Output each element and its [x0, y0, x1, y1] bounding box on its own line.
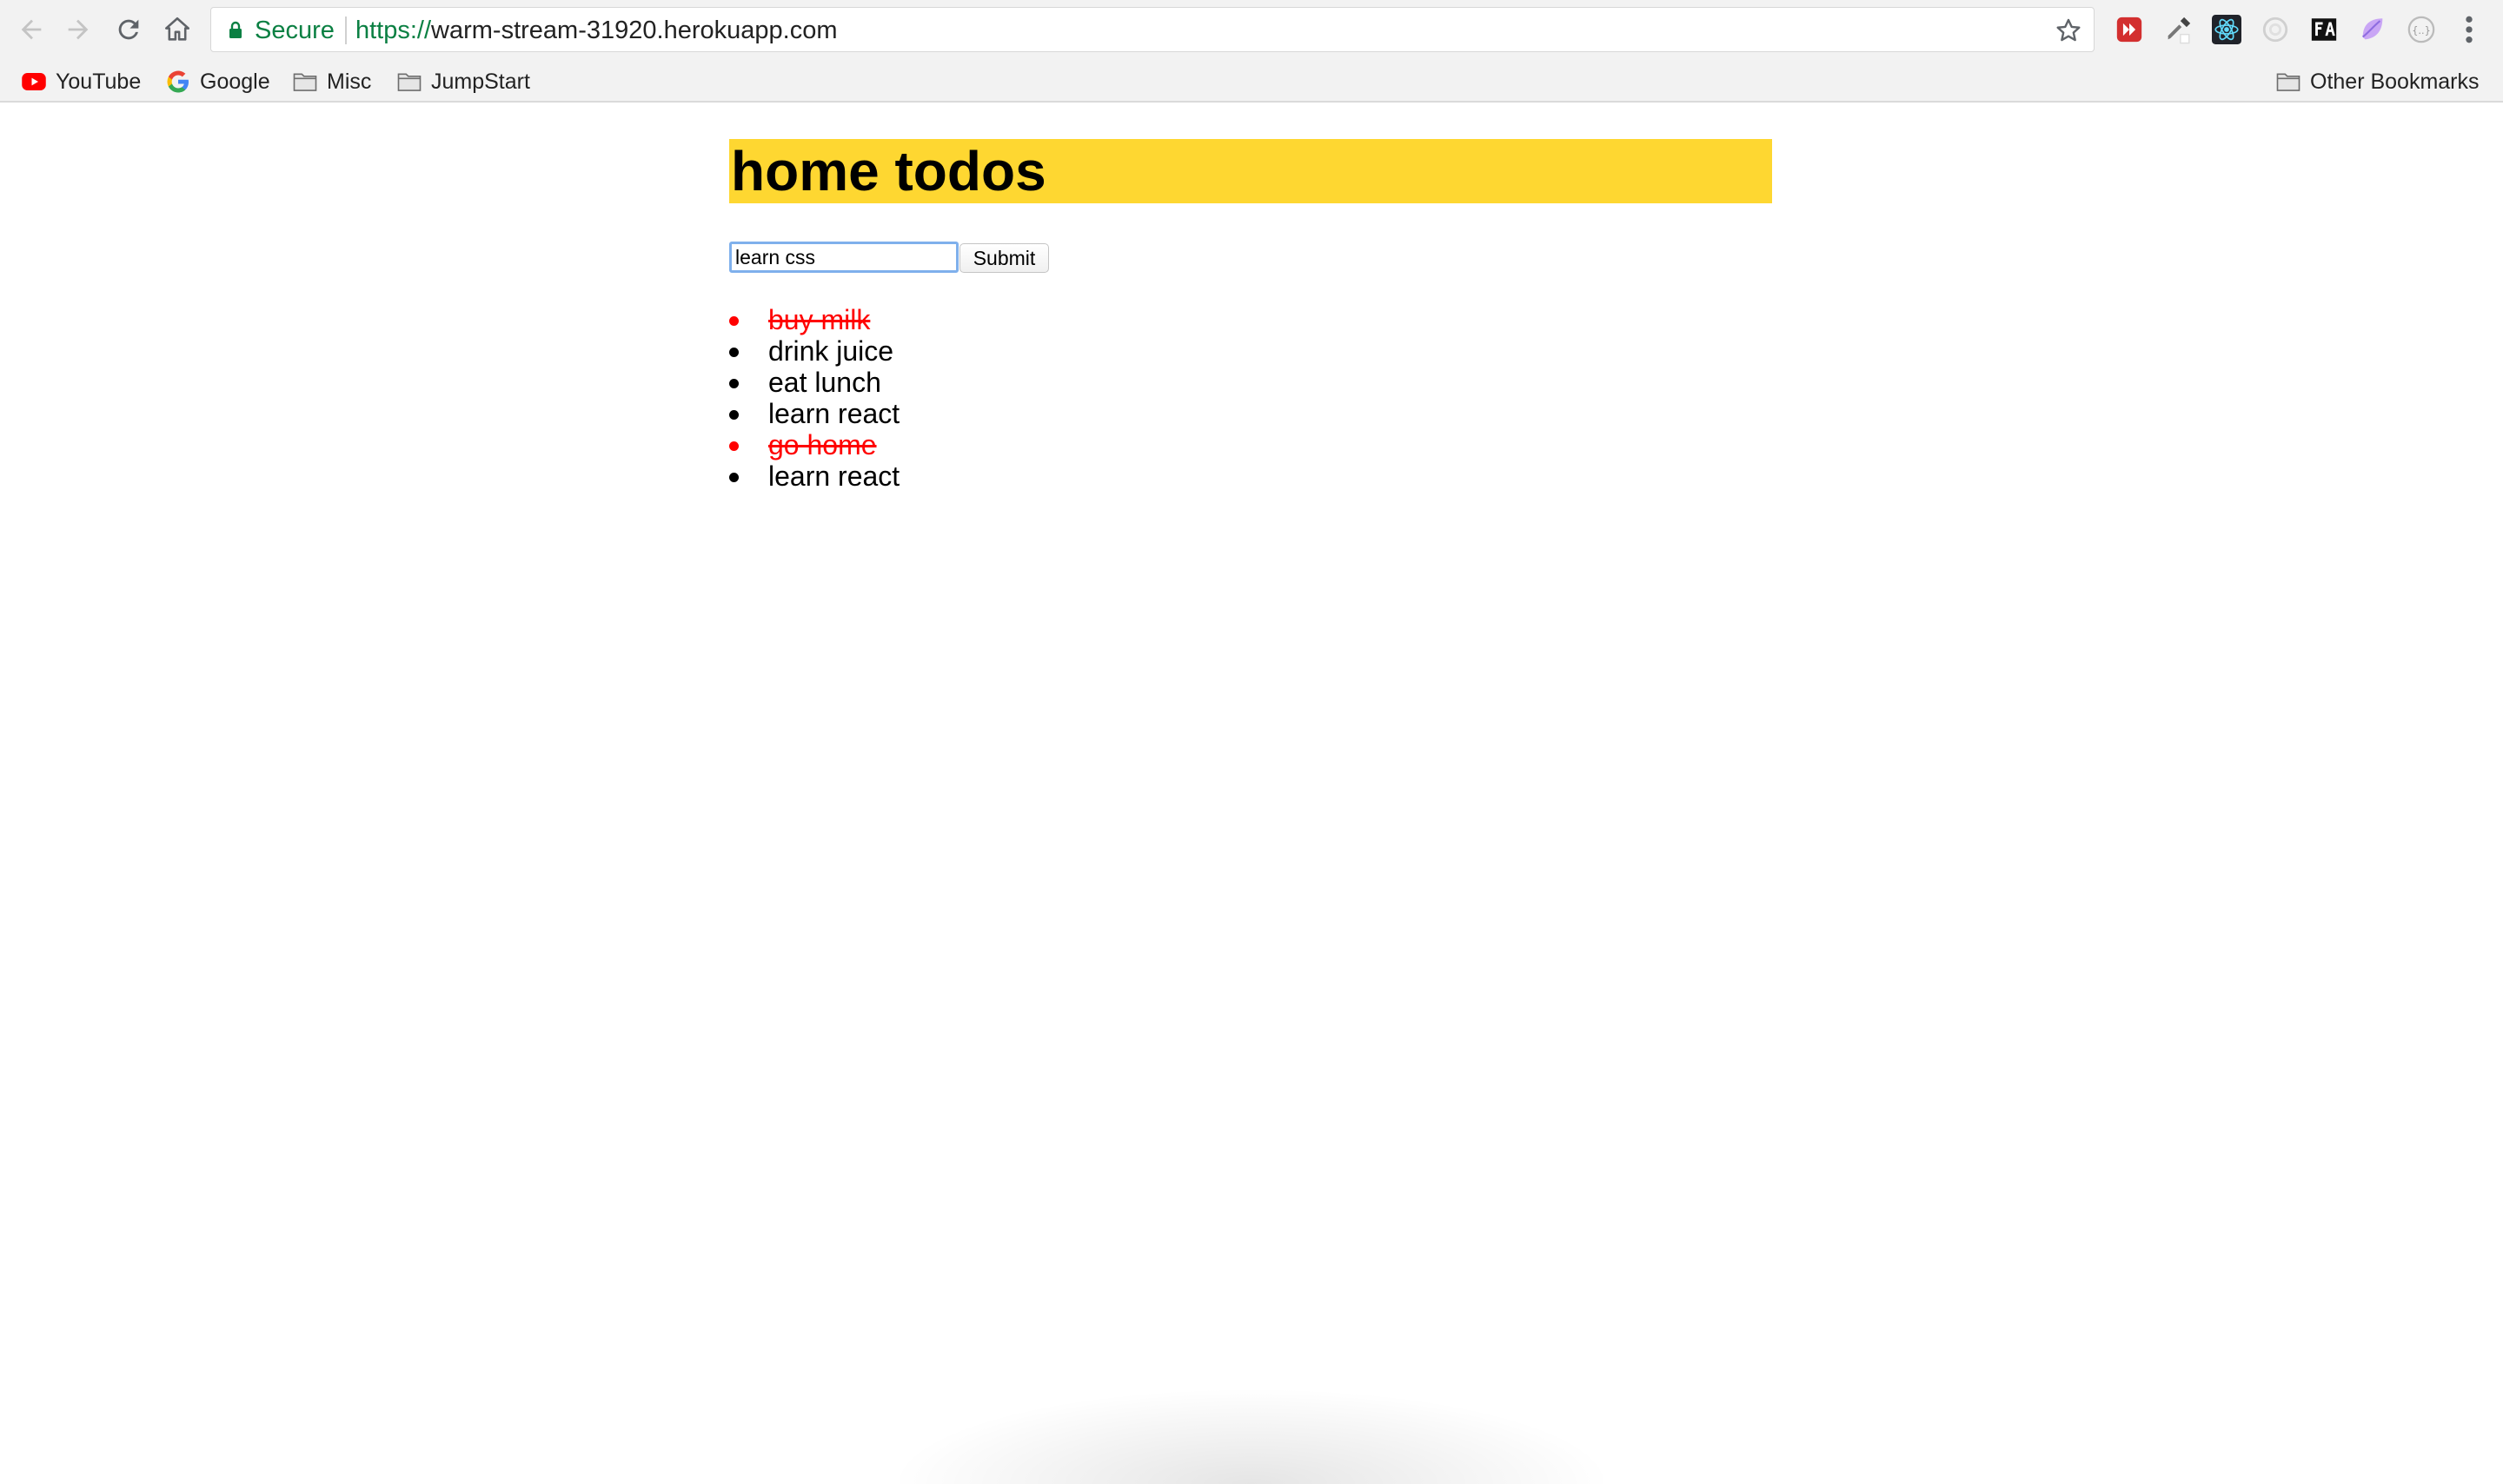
folder-icon [397, 73, 422, 91]
json-extension-icon[interactable]: {..} [2404, 12, 2439, 47]
svg-text:{..}: {..} [2412, 24, 2431, 36]
page-content: home todos Submit buy milkdrink juiceeat… [0, 103, 2503, 1484]
home-button[interactable] [158, 10, 196, 49]
folder-icon [2276, 73, 2301, 91]
home-icon [164, 17, 190, 41]
url-host: warm-stream-31920.herokuapp.com [431, 17, 838, 44]
bullet-icon [729, 348, 739, 357]
secure-label: Secure [255, 17, 335, 44]
todo-item[interactable]: eat lunch [729, 367, 900, 398]
bookmarks-bar: YouTube Google Misc JumpStart Other Book… [0, 63, 2503, 103]
redux-devtools-icon[interactable] [2258, 12, 2293, 47]
bookmark-folder-misc[interactable]: Misc [292, 63, 371, 101]
media-extension-icon[interactable] [2112, 12, 2147, 47]
bookmark-folder-jumpstart[interactable]: JumpStart [396, 63, 530, 101]
todo-text: learn react [768, 460, 900, 492]
bullet-icon [729, 410, 739, 420]
todo-item[interactable]: go home [729, 429, 900, 460]
todo-item[interactable]: buy milk [729, 304, 900, 335]
color-extension-icon[interactable] [2355, 12, 2390, 47]
bookmark-label: Other Bookmarks [2310, 69, 2480, 94]
todo-item[interactable]: learn react [729, 398, 900, 429]
browser-menu-icon[interactable] [2456, 12, 2482, 47]
todo-item[interactable]: learn react [729, 460, 900, 492]
youtube-icon [22, 73, 46, 90]
reload-button[interactable] [110, 10, 148, 49]
todo-list: buy milk drink juice eat lunch learn react g… [729, 304, 900, 492]
google-icon [167, 70, 189, 93]
bookmark-label: JumpStart [431, 69, 530, 94]
lock-icon [229, 21, 242, 38]
other-bookmarks-folder[interactable]: Other Bookmarks [2275, 63, 2480, 101]
bullet-icon [729, 473, 739, 482]
bookmark-label: Misc [327, 69, 372, 94]
todo-text: eat lunch [768, 367, 881, 398]
bullet-icon [729, 441, 739, 451]
todo-text: drink juice [768, 335, 894, 367]
todo-text: learn react [768, 398, 900, 429]
address-bar[interactable]: Secure https://warm-stream-31920.herokua… [210, 7, 2095, 52]
bookmark-google[interactable]: Google [165, 63, 270, 101]
forward-button[interactable] [59, 10, 97, 49]
url-scheme: https:// [355, 17, 432, 44]
back-button[interactable] [12, 10, 50, 49]
page-title: home todos [729, 139, 1772, 203]
dock-shadow [860, 1380, 1643, 1484]
url-text[interactable]: https://warm-stream-31920.herokuapp.com [355, 16, 837, 45]
react-devtools-icon[interactable] [2209, 12, 2244, 47]
fa-icon[interactable] [2307, 12, 2341, 47]
folder-icon [293, 73, 317, 91]
bookmark-label: YouTube [56, 69, 142, 94]
address-separator [345, 17, 347, 44]
todo-text: go home [768, 429, 877, 460]
bullet-icon [729, 379, 739, 388]
bookmark-star-icon[interactable] [2054, 16, 2083, 45]
forward-arrow-icon [68, 19, 89, 40]
bookmark-youtube[interactable]: YouTube [21, 63, 141, 101]
browser-toolbar: Secure https://warm-stream-31920.herokua… [0, 0, 2503, 63]
todo-item[interactable]: drink juice [729, 335, 900, 367]
todo-text: buy milk [768, 304, 871, 335]
submit-button[interactable]: Submit [959, 243, 1049, 273]
eyedropper-icon[interactable] [2161, 12, 2195, 47]
reload-icon [118, 19, 139, 40]
bullet-icon [729, 316, 739, 326]
back-arrow-icon [21, 19, 42, 40]
bookmark-label: Google [200, 69, 270, 94]
todo-input[interactable] [729, 242, 959, 273]
